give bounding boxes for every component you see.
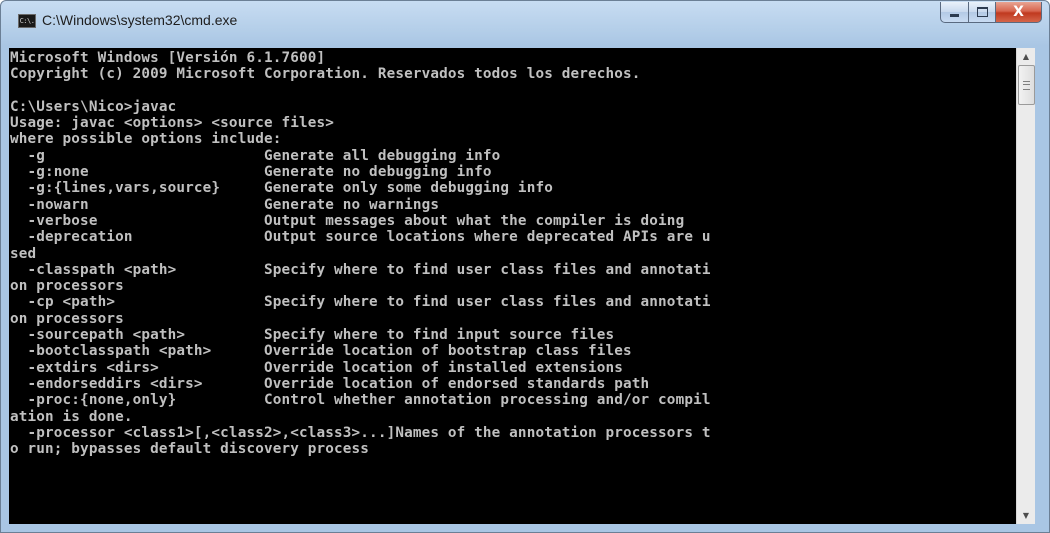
vertical-scrollbar[interactable]: ▲ ▼ xyxy=(1016,48,1035,524)
console-line: -proc:{none,only} Control whether annota… xyxy=(10,392,711,409)
maximize-icon xyxy=(976,7,988,17)
console-line: -g:none Generate no debugging info xyxy=(10,164,492,181)
scroll-down-arrow-icon[interactable]: ▼ xyxy=(1017,507,1035,524)
close-icon: X xyxy=(1013,4,1024,20)
console-line: -nowarn Generate no warnings xyxy=(10,196,440,213)
console-line: Microsoft Windows [Versión 6.1.7600] xyxy=(10,50,326,66)
console-line: where possible options include: xyxy=(10,131,282,148)
title-bar[interactable]: C:\. C:\Windows\system32\cmd.exe X xyxy=(1,1,1049,48)
console-line: -g:{lines,vars,source} Generate only som… xyxy=(10,180,553,197)
console-line: -bootclasspath <path> Override location … xyxy=(10,343,632,360)
console-line: -g Generate all debugging info xyxy=(10,147,501,164)
console-output-area[interactable]: Microsoft Windows [Versión 6.1.7600] Cop… xyxy=(9,48,1016,524)
console-line: -classpath <path> Specify where to find … xyxy=(10,261,711,278)
window-controls: X xyxy=(940,2,1042,24)
window-title: C:\Windows\system32\cmd.exe xyxy=(42,12,238,28)
console-line: -processor <class1>[,<class2>,<class3>..… xyxy=(10,424,711,441)
console-line: -deprecation Output source locations whe… xyxy=(10,229,711,246)
minimize-button[interactable] xyxy=(940,2,969,23)
console-line: o run; bypasses default discovery proces… xyxy=(10,441,370,458)
cmd-icon[interactable]: C:\. xyxy=(18,14,36,28)
console-line: -sourcepath <path> Specify where to find… xyxy=(10,327,615,344)
console-line: ation is done. xyxy=(10,408,133,425)
console-line: -verbose Output messages about what the … xyxy=(10,212,685,229)
console-line: -cp <path> Specify where to find user cl… xyxy=(10,294,711,311)
console-line: on processors xyxy=(10,278,124,295)
console-line: -endorseddirs <dirs> Override location o… xyxy=(10,375,650,392)
console-text: Microsoft Windows [Versión 6.1.7600] Cop… xyxy=(9,48,1016,457)
console-line: Copyright (c) 2009 Microsoft Corporation… xyxy=(10,66,641,83)
console-line: -extdirs <dirs> Override location of ins… xyxy=(10,359,624,376)
minimize-icon xyxy=(950,14,959,17)
close-button[interactable]: X xyxy=(996,2,1042,23)
maximize-button[interactable] xyxy=(969,2,996,23)
console-line: C:\Users\Nico>javac xyxy=(10,98,177,115)
scroll-up-arrow-icon[interactable]: ▲ xyxy=(1017,48,1035,65)
console-line: sed xyxy=(10,245,37,262)
console-line: on processors xyxy=(10,310,124,327)
scrollbar-grip-icon xyxy=(1023,81,1030,90)
console-line: Usage: javac <options> <source files> xyxy=(10,115,335,132)
console-window: C:\. C:\Windows\system32\cmd.exe X Micro… xyxy=(0,0,1050,533)
scrollbar-thumb[interactable] xyxy=(1018,65,1035,105)
